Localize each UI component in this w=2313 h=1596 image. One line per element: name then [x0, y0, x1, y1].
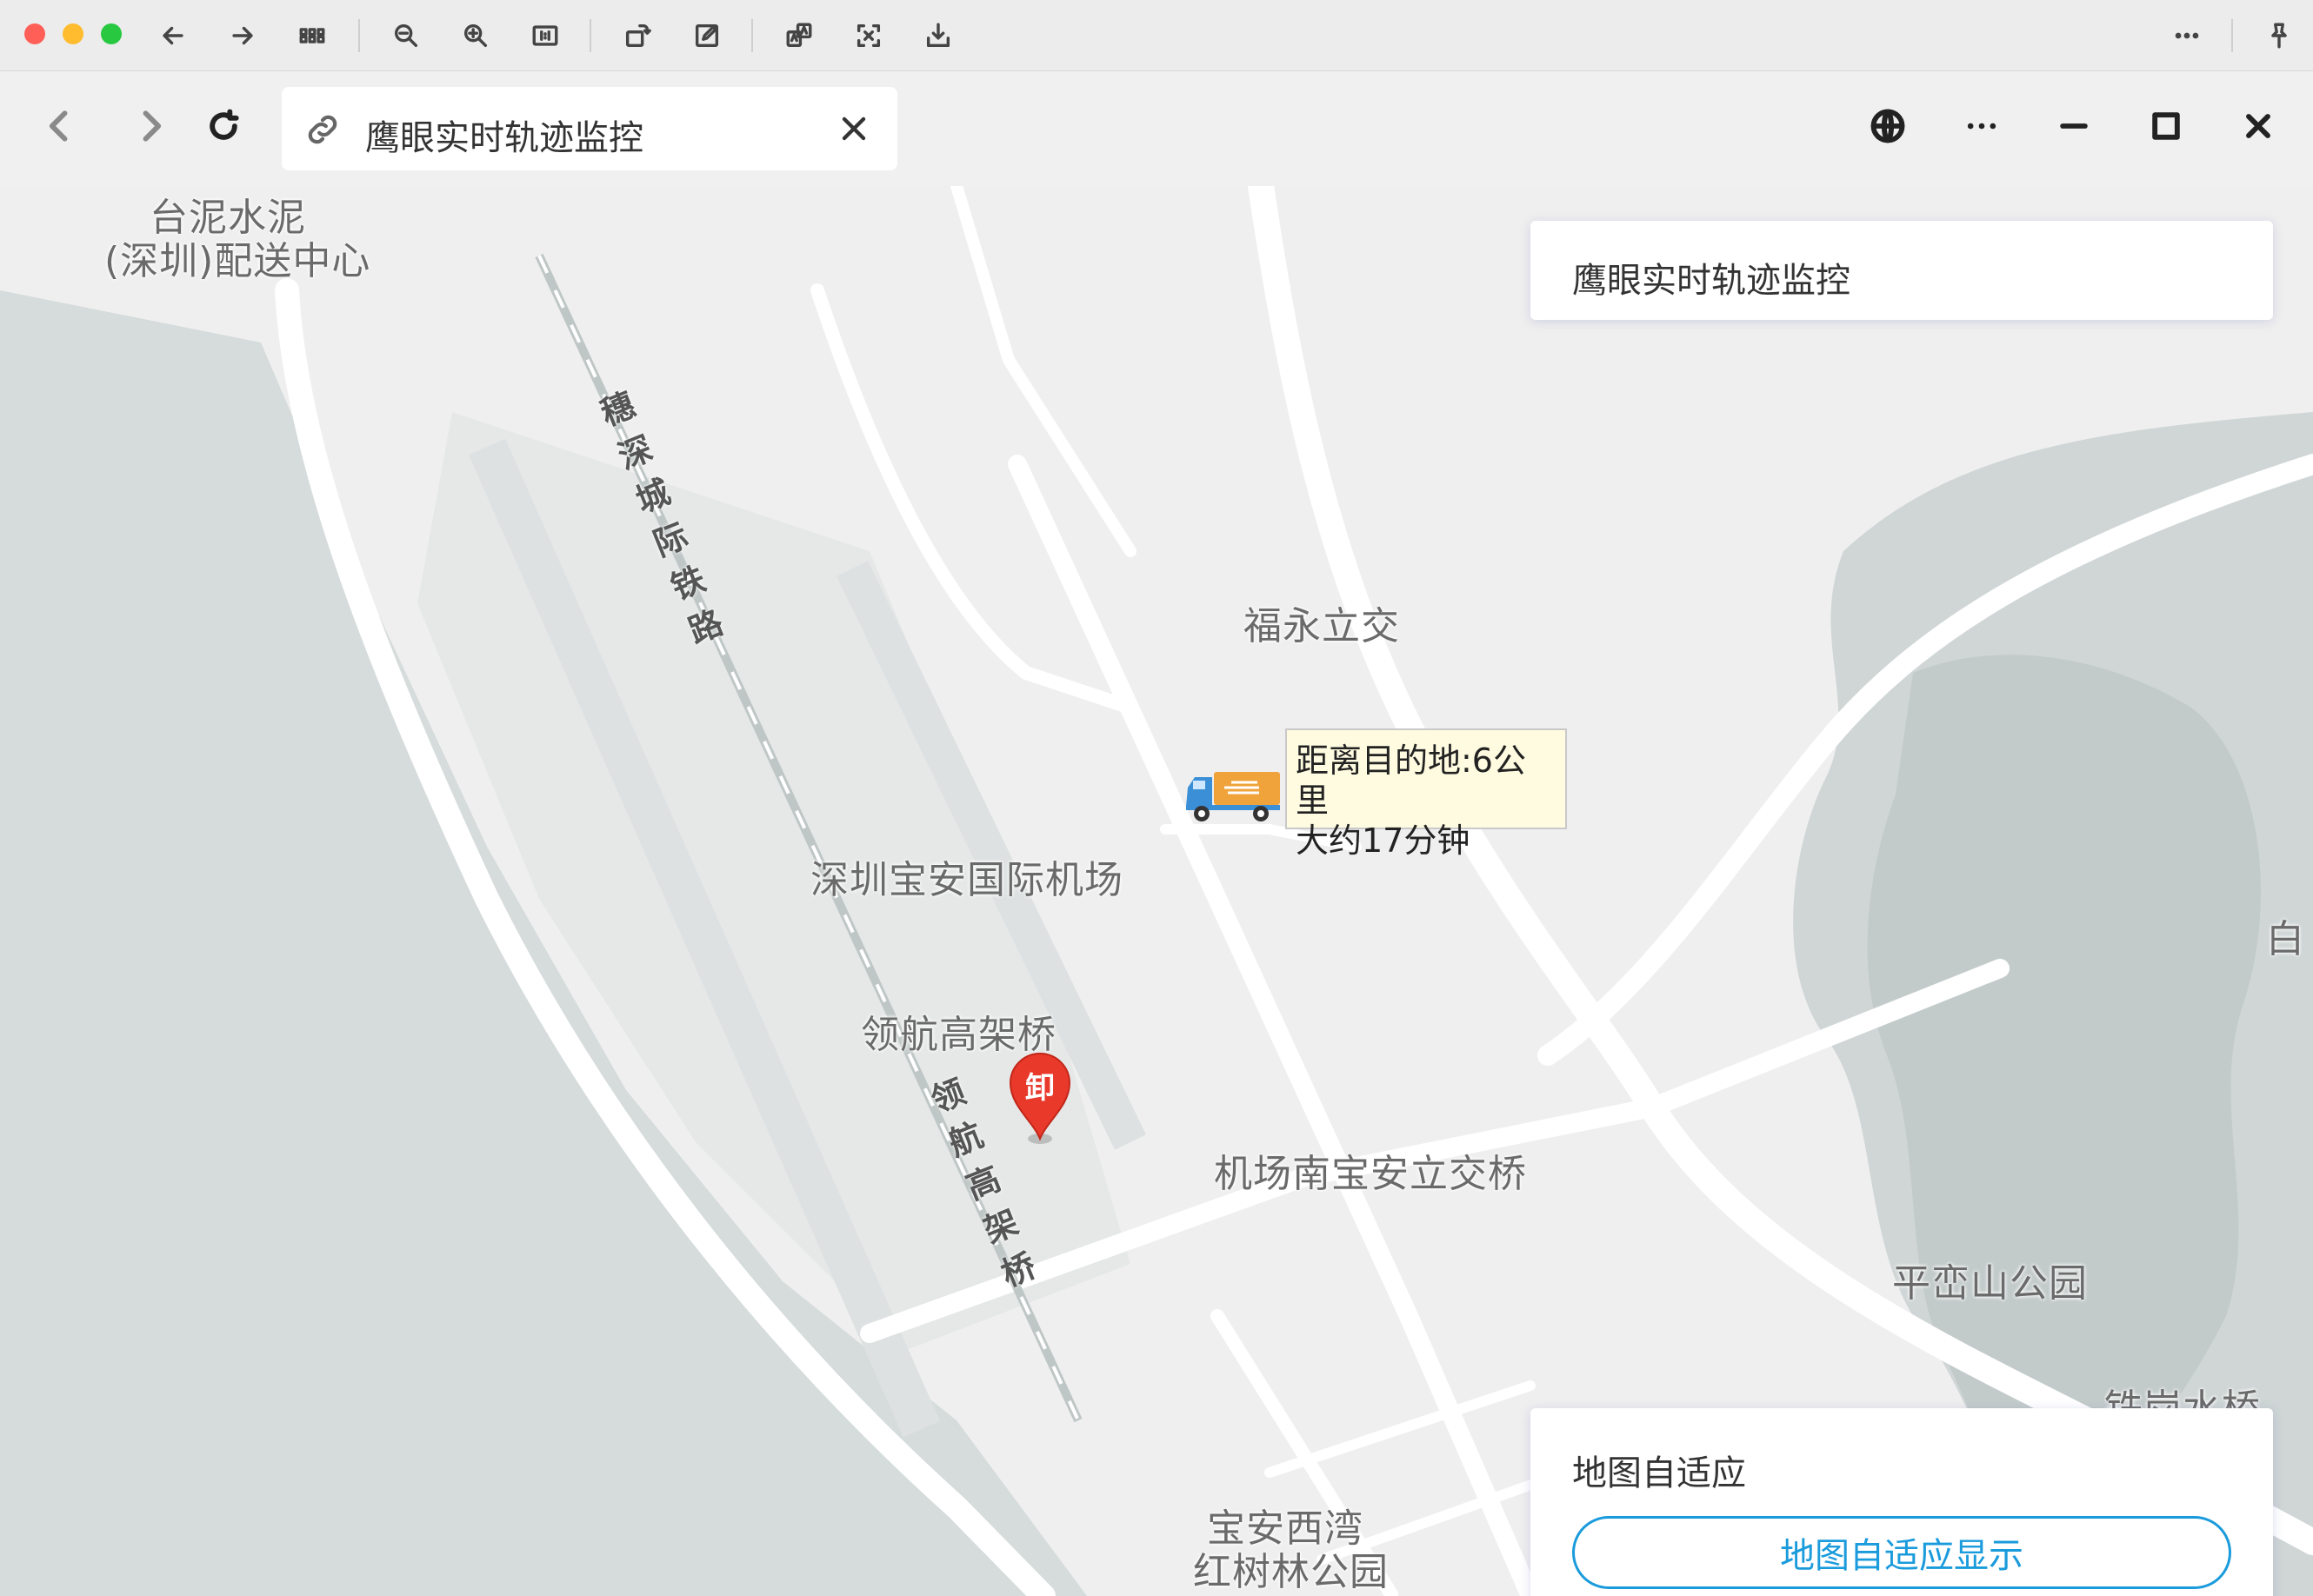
fit-panel: 地图自适应 地图自适应显示	[1530, 1408, 2273, 1596]
tooltip-eta: 大约17分钟	[1296, 821, 1470, 860]
download-icon[interactable]	[918, 16, 958, 56]
monitor-panel: 鹰眼实时轨迹监控	[1530, 221, 2273, 320]
scan-icon[interactable]	[849, 16, 889, 56]
actual-size-icon[interactable]	[525, 16, 565, 56]
close-icon[interactable]	[835, 110, 873, 148]
distance-tooltip: 距离目的地:6公里 大约17分钟	[1285, 728, 1567, 860]
truck-icon[interactable]	[1183, 767, 1283, 824]
minimize-button[interactable]	[2045, 97, 2103, 155]
map-label-bai: 白	[2266, 917, 2305, 961]
browser-bar: 鹰眼实时轨迹监控	[0, 71, 2313, 186]
local-road	[1264, 1380, 1536, 1478]
fit-panel-title: 地图自适应	[1572, 1453, 1746, 1493]
reload-button[interactable]	[195, 97, 252, 155]
toolbar-divider	[751, 19, 753, 52]
app-window: 鹰眼实时轨迹监控 台泥水泥 (深圳)配送中心 福永立交 深圳宝安国际机场 领航高…	[0, 0, 2313, 1596]
translate-icon[interactable]	[779, 16, 819, 56]
more-menu-button[interactable]	[1953, 97, 2010, 155]
monitor-panel-title: 鹰眼实时轨迹监控	[1572, 261, 1850, 301]
map-label-airport: 深圳宝安国际机场	[810, 858, 1123, 902]
zoom-in-icon[interactable]	[456, 16, 496, 56]
rotate-icon[interactable]	[617, 16, 657, 56]
maximize-button[interactable]	[2137, 97, 2195, 155]
toolbar-divider	[590, 19, 591, 52]
close-window-dot[interactable]	[24, 23, 45, 44]
toolbar-divider	[358, 19, 360, 52]
forward-button[interactable]	[122, 97, 179, 155]
more-options-icon[interactable]	[2167, 16, 2207, 56]
viewer-toolbar	[0, 0, 2313, 71]
fit-map-button[interactable]: 地图自适应显示	[1572, 1516, 2231, 1589]
edit-icon[interactable]	[687, 16, 727, 56]
forward-arrow-icon[interactable]	[223, 16, 263, 56]
map-label-pingluan: 平峦山公园	[1892, 1261, 2088, 1306]
grid-view-icon[interactable]	[292, 16, 332, 56]
zoom-window-dot[interactable]	[101, 23, 122, 44]
back-button[interactable]	[31, 97, 89, 155]
local-road	[950, 186, 1137, 557]
map-label-linghang: 领航高架桥	[861, 1013, 1057, 1057]
map-canvas[interactable]: 台泥水泥 (深圳)配送中心 福永立交 深圳宝安国际机场 领航高架桥 机场南宝安立…	[0, 186, 2313, 1596]
link-icon	[308, 115, 337, 144]
map-label-jichangnan: 机场南宝安立交桥	[1214, 1152, 1527, 1196]
map-label-cement-center: (深圳)配送中心	[104, 239, 371, 283]
unload-marker[interactable]: 卸	[1007, 1052, 1073, 1147]
marker-label: 卸	[1025, 1071, 1055, 1106]
tooltip-distance: 距离目的地:6公里	[1296, 741, 1526, 820]
globe-button[interactable]	[1859, 97, 1916, 155]
map-label-mangrove: 红树林公园	[1193, 1550, 1389, 1594]
address-bar[interactable]: 鹰眼实时轨迹监控	[282, 87, 897, 170]
map-base-layer	[0, 186, 2313, 1596]
minimize-window-dot[interactable]	[63, 23, 83, 44]
close-button[interactable]	[2230, 97, 2287, 155]
toolbar-divider	[2231, 19, 2233, 52]
pin-icon[interactable]	[2259, 16, 2299, 56]
zoom-out-icon[interactable]	[386, 16, 426, 56]
page-title: 鹰眼实时轨迹监控	[365, 118, 643, 158]
map-label-fuyong: 福永立交	[1243, 604, 1400, 648]
back-arrow-icon[interactable]	[153, 16, 193, 56]
